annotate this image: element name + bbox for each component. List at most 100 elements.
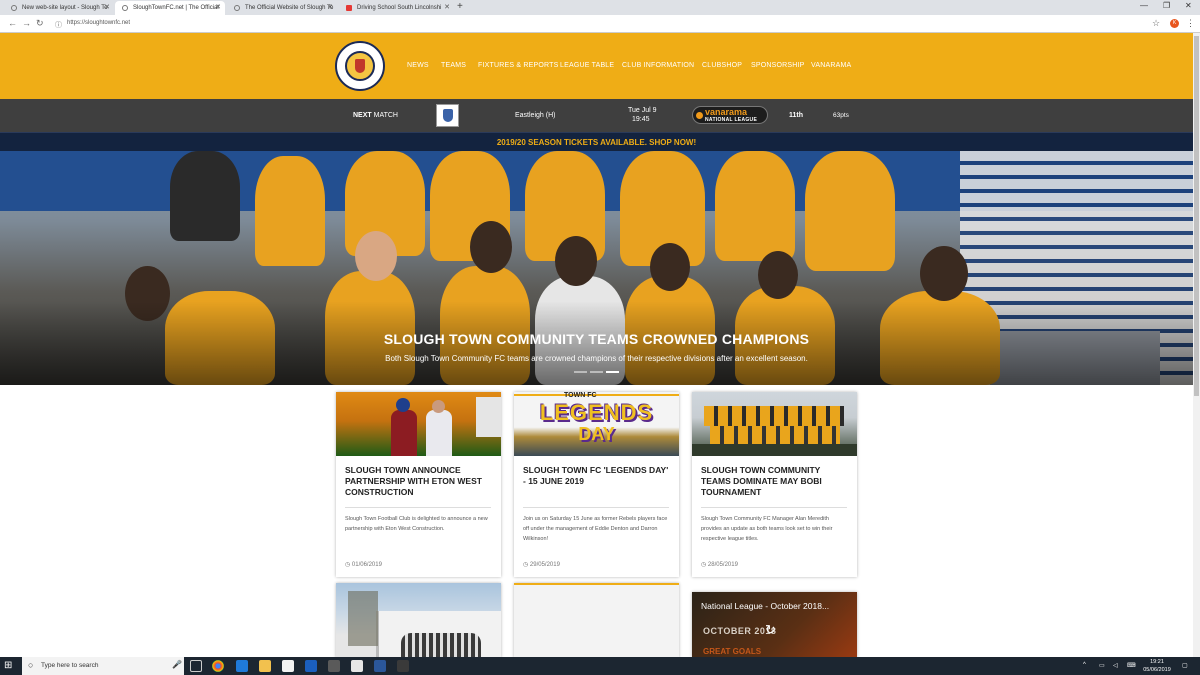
browser-tab-4[interactable]: Driving School South Lincolnshi ✕ xyxy=(339,1,454,15)
search-icon: ○ xyxy=(28,660,34,670)
news-card-image xyxy=(336,392,501,456)
store-icon[interactable] xyxy=(282,660,294,672)
nav-fixtures-reports[interactable]: FIXTURES & REPORTS xyxy=(478,62,558,69)
maximize-icon[interactable]: ❐ xyxy=(1163,1,1170,10)
l-plate-icon xyxy=(346,5,352,11)
info-icon[interactable]: ⓘ xyxy=(55,20,62,30)
slider-dot-3[interactable] xyxy=(606,371,619,373)
browser-tab-1[interactable]: New web-site layout - Slough To ✕ xyxy=(4,1,114,15)
extension-icon[interactable]: K xyxy=(1170,19,1179,28)
hero-photo-player xyxy=(715,151,795,261)
news-card-image: TOWN FC LEGENDS DAY xyxy=(514,392,679,456)
hero-photo-face xyxy=(355,231,397,281)
nav-sponsorship[interactable]: SPONSORSHIP xyxy=(751,62,805,69)
windows-start-icon[interactable]: ⊞ xyxy=(4,660,16,672)
tab-label: New web-site layout - Slough To xyxy=(22,5,108,11)
news-card-1[interactable]: SLOUGH TOWN ANNOUNCE PARTNERSHIP WITH ET… xyxy=(336,392,501,577)
reload-icon[interactable]: ↻ xyxy=(36,18,44,29)
site-header: NEWS TEAMS FIXTURES & REPORTS LEAGUE TAB… xyxy=(0,33,1193,99)
news-card-excerpt: Slough Town Community FC Manager Alan Me… xyxy=(701,516,833,542)
hero-photo-face xyxy=(650,243,690,291)
hero-slider[interactable] xyxy=(0,151,1193,385)
hero-photo-face xyxy=(920,246,968,301)
crest-emblem xyxy=(355,59,365,73)
vanarama-mark-icon xyxy=(696,112,703,119)
page-icon xyxy=(11,5,17,11)
legends-image-text: TOWN FC xyxy=(564,392,597,399)
news-card-2[interactable]: TOWN FC LEGENDS DAY SLOUGH TOWN FC 'LEGE… xyxy=(514,392,679,577)
club-crest-icon xyxy=(122,5,128,11)
opponent-crest-icon xyxy=(436,104,459,127)
season-ticket-banner[interactable]: 2019/20 SEASON TICKETS AVAILABLE. SHOP N… xyxy=(0,132,1193,151)
app-icon[interactable] xyxy=(351,660,363,672)
nav-club-information[interactable]: CLUB INFORMATION xyxy=(622,62,694,69)
opponent-name[interactable]: Eastleigh (H) xyxy=(515,112,555,119)
notifications-icon[interactable]: ▢ xyxy=(1182,662,1188,669)
next-match-bar: NEXT MATCH Eastleigh (H) Tue Jul 9 19:45… xyxy=(0,99,1193,132)
video-title[interactable]: National League - October 2018... xyxy=(701,601,829,611)
back-arrow-icon[interactable]: ← xyxy=(8,18,17,28)
legends-image-text: DAY xyxy=(578,424,615,444)
close-icon[interactable]: ✕ xyxy=(215,3,221,11)
close-window-icon[interactable]: ✕ xyxy=(1185,1,1192,10)
match-time: 19:45 xyxy=(632,116,650,123)
club-crest-icon xyxy=(234,5,240,11)
nav-vanarama[interactable]: VANARAMA xyxy=(811,62,851,69)
news-card-5[interactable] xyxy=(514,583,679,658)
nav-clubshop[interactable]: CLUBSHOP xyxy=(702,62,742,69)
news-card-3[interactable]: SLOUGH TOWN COMMUNITY TEAMS DOMINATE MAY… xyxy=(692,392,857,577)
ticket-banner-text[interactable]: 2019/20 SEASON TICKETS AVAILABLE. SHOP N… xyxy=(0,138,1193,147)
close-icon[interactable]: ✕ xyxy=(104,3,110,11)
slider-dot-1[interactable] xyxy=(574,371,587,373)
browser-tab-2[interactable]: SloughTownFC.net | The Official ✕ xyxy=(115,1,225,15)
clock-icon: ◷ xyxy=(523,562,530,568)
nav-teams[interactable]: TEAMS xyxy=(441,62,466,69)
taskbar-clock[interactable]: 19:21 05/06/2019 xyxy=(1142,658,1172,674)
nav-news[interactable]: NEWS xyxy=(407,62,429,69)
volume-icon[interactable]: ◁ xyxy=(1113,662,1118,669)
news-card-excerpt: Join us on Saturday 15 June as former Re… xyxy=(523,516,668,542)
hero-title[interactable]: SLOUGH TOWN COMMUNITY TEAMS CROWNED CHAM… xyxy=(0,331,1193,347)
news-card-4[interactable] xyxy=(336,583,501,658)
app-icon[interactable] xyxy=(397,660,409,672)
chrome-icon[interactable] xyxy=(212,660,224,672)
slider-dot-2[interactable] xyxy=(590,371,603,373)
taskbar-search-box[interactable]: ○ Type here to search 🎤 xyxy=(22,657,184,675)
hero-photo-player xyxy=(255,156,325,266)
video-card[interactable]: National League - October 2018... OCTOBE… xyxy=(692,592,857,658)
new-tab-button[interactable]: + xyxy=(457,1,463,12)
task-view-icon[interactable] xyxy=(190,660,202,672)
clock-date: 05/06/2019 xyxy=(1143,667,1171,673)
league-position: 11th xyxy=(789,112,804,119)
file-explorer-icon[interactable] xyxy=(259,660,271,672)
news-card-title[interactable]: SLOUGH TOWN FC 'LEGENDS DAY' - 15 JUNE 2… xyxy=(523,465,673,487)
bookmark-star-icon[interactable]: ☆ xyxy=(1152,18,1160,29)
url-field[interactable]: https://sloughtownfc.net xyxy=(67,20,130,26)
close-icon[interactable]: ✕ xyxy=(327,3,333,11)
menu-kebab-icon[interactable]: ⋮ xyxy=(1186,18,1195,29)
microphone-icon[interactable]: 🎤 xyxy=(172,660,182,669)
tray-chevron-icon[interactable]: ^ xyxy=(1083,662,1086,668)
app-icon[interactable] xyxy=(305,660,317,672)
photos-icon[interactable] xyxy=(328,660,340,672)
match-date: Tue Jul 9 xyxy=(628,107,657,114)
scrollbar-thumb[interactable] xyxy=(1194,36,1199,396)
nav-league-table[interactable]: LEAGUE TABLE xyxy=(560,62,614,69)
club-crest-logo[interactable] xyxy=(335,41,385,91)
hero-photo-face xyxy=(758,251,798,299)
clock-icon: ◷ xyxy=(345,562,352,568)
divider xyxy=(523,507,669,508)
news-card-title[interactable]: SLOUGH TOWN ANNOUNCE PARTNERSHIP WITH ET… xyxy=(345,465,495,498)
minimize-icon[interactable]: — xyxy=(1140,1,1148,10)
browser-tab-3[interactable]: The Official Website of Slough To ✕ xyxy=(227,1,337,15)
forward-arrow-icon[interactable]: → xyxy=(22,18,31,28)
news-card-date: ◷ 01/06/2019 xyxy=(345,562,382,568)
network-icon[interactable]: ▭ xyxy=(1099,662,1105,669)
edge-icon[interactable] xyxy=(236,660,248,672)
close-icon[interactable]: ✕ xyxy=(444,3,450,11)
word-icon[interactable] xyxy=(374,660,386,672)
replay-icon[interactable]: ↻ xyxy=(765,622,776,638)
news-card-title[interactable]: SLOUGH TOWN COMMUNITY TEAMS DOMINATE MAY… xyxy=(701,465,851,498)
news-card-date: ◷ 29/05/2019 xyxy=(523,562,560,568)
language-icon[interactable]: ⌨ xyxy=(1127,662,1136,669)
